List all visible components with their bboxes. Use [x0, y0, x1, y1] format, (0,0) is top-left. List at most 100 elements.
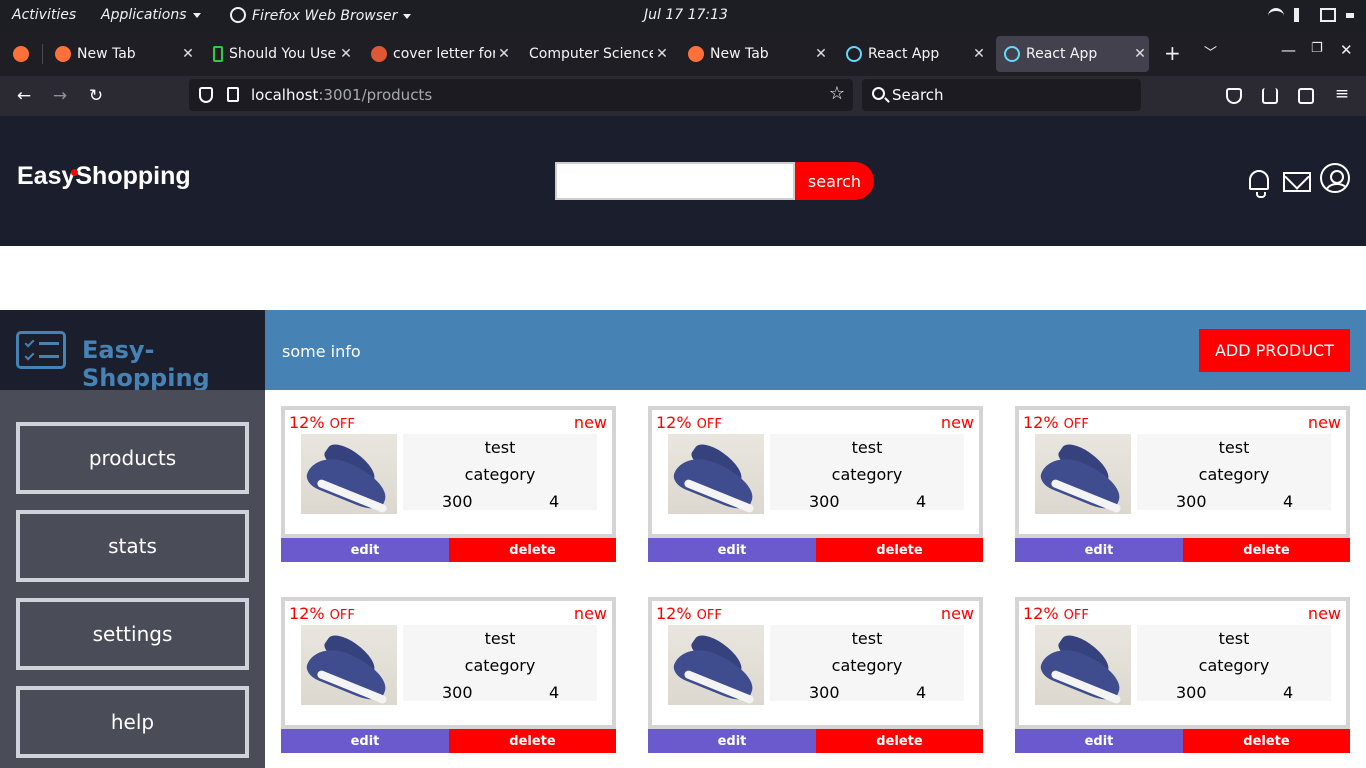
shield-icon[interactable] — [199, 87, 213, 103]
close-icon[interactable]: ✕ — [653, 46, 671, 62]
firefox-view-button[interactable] — [0, 36, 42, 72]
tab-react-app-1[interactable]: React App ✕ — [838, 36, 988, 72]
browser-search-field[interactable]: Search — [862, 79, 1141, 111]
discount-label: 12% OFF — [289, 604, 355, 623]
delete-button[interactable]: delete — [1183, 538, 1350, 562]
reload-icon[interactable]: ↻ — [85, 86, 107, 106]
tab-should-you-use[interactable]: Should You Use ✕ — [205, 36, 355, 72]
edit-button[interactable]: edit — [281, 538, 449, 562]
sidebar-item-products[interactable]: products — [16, 422, 249, 494]
product-info: test category 300 4 — [770, 434, 964, 511]
firefox-app-menu[interactable]: Firefox Web Browser — [230, 7, 412, 24]
tab-title: New Tab — [710, 46, 769, 62]
page-info-icon[interactable] — [227, 87, 239, 102]
extensions-icon[interactable] — [1298, 88, 1314, 104]
info-bar: some info ADD PRODUCT — [265, 310, 1366, 390]
edit-button[interactable]: edit — [648, 538, 816, 562]
pocket-icon[interactable] — [1226, 88, 1242, 104]
sidebar-brand-name: Easy-Shopping — [82, 336, 210, 392]
bookmark-star-icon[interactable]: ☆ — [829, 83, 845, 104]
tab-cover-letter[interactable]: cover letter for ✕ — [363, 36, 513, 72]
window-close-icon[interactable]: ✕ — [1340, 41, 1353, 59]
hamburger-menu-icon[interactable]: ≡ — [1331, 84, 1353, 104]
close-icon[interactable]: ✕ — [495, 46, 513, 62]
product-search-input[interactable] — [555, 162, 795, 200]
list-tabs-icon[interactable]: ﹀ — [1204, 42, 1217, 61]
edit-button[interactable]: edit — [281, 729, 449, 753]
firefox-icon — [230, 7, 246, 23]
product-name: test — [1218, 629, 1250, 648]
product-card-body: 12% OFF new test category 300 4 — [1015, 597, 1350, 729]
applications-menu[interactable]: Applications — [101, 7, 201, 23]
product-card-body: 12% OFF new test category 300 4 — [1015, 406, 1350, 538]
close-icon[interactable]: ✕ — [1131, 46, 1149, 62]
product-category: category — [831, 656, 903, 675]
system-tray[interactable] — [1268, 8, 1354, 22]
minimize-icon[interactable]: — — [1281, 41, 1296, 59]
product-card: 12% OFF new test category 300 4 edit delete — [1015, 406, 1350, 562]
edit-button[interactable]: edit — [1015, 729, 1183, 753]
user-account-icon[interactable] — [1320, 163, 1350, 193]
url-bar[interactable]: localhost:3001/products ☆ — [189, 79, 853, 111]
edit-button[interactable]: edit — [1015, 538, 1183, 562]
close-icon[interactable]: ✕ — [812, 46, 830, 62]
discount-value: 12% — [656, 413, 692, 432]
url-path: :3001/products — [318, 86, 433, 104]
bell-icon[interactable] — [1249, 170, 1269, 198]
delete-button[interactable]: delete — [449, 538, 616, 562]
mail-icon[interactable] — [1283, 172, 1311, 192]
add-product-button[interactable]: ADD PRODUCT — [1199, 329, 1350, 372]
close-icon[interactable]: ✕ — [179, 46, 197, 62]
search-button[interactable]: search — [795, 162, 874, 200]
tab-new-tab-1[interactable]: New Tab ✕ — [47, 36, 197, 72]
battery-icon — [1320, 8, 1336, 22]
activities-button[interactable]: Activities — [12, 7, 76, 23]
tab-computer-science[interactable]: Computer Science ✕ — [521, 36, 671, 72]
sidebar-item-settings[interactable]: settings — [16, 598, 249, 670]
new-badge: new — [940, 604, 974, 623]
clock[interactable]: Jul 17 17:13 — [644, 7, 728, 23]
tab-title: Should You Use — [229, 46, 337, 62]
product-card: 12% OFF new test category 300 4 edit delete — [281, 597, 616, 753]
product-quantity: 4 — [916, 492, 927, 511]
discount-label: 12% OFF — [656, 604, 722, 623]
close-icon[interactable]: ✕ — [337, 46, 355, 62]
downloads-icon[interactable] — [1262, 88, 1278, 104]
discount-suffix: OFF — [329, 417, 355, 432]
new-badge: new — [573, 413, 607, 432]
sidebar-brand: Easy-Shopping — [0, 310, 265, 392]
volume-icon — [1294, 8, 1310, 22]
close-icon[interactable]: ✕ — [970, 46, 988, 62]
firefox-icon — [55, 46, 71, 62]
discount-value: 12% — [289, 413, 325, 432]
product-category: category — [1198, 465, 1270, 484]
tab-new-tab-2[interactable]: New Tab ✕ — [680, 36, 830, 72]
delete-button[interactable]: delete — [1183, 729, 1350, 753]
wifi-icon — [1268, 8, 1284, 22]
product-card: 12% OFF new test category 300 4 edit delete — [1015, 597, 1350, 753]
delete-button[interactable]: delete — [816, 729, 983, 753]
product-card: 12% OFF new test category 300 4 edit delete — [648, 406, 983, 562]
back-icon[interactable]: ← — [13, 86, 35, 106]
product-name: test — [851, 629, 883, 648]
discount-suffix: OFF — [1063, 417, 1089, 432]
delete-button[interactable]: delete — [449, 729, 616, 753]
sidebar-item-help[interactable]: help — [16, 686, 249, 758]
product-price: 300 — [442, 492, 473, 511]
discount-value: 12% — [1023, 604, 1059, 623]
react-icon — [846, 46, 862, 62]
tab-react-app-2[interactable]: React App ✕ — [996, 36, 1149, 72]
delete-button[interactable]: delete — [816, 538, 983, 562]
sidebar-item-stats[interactable]: stats — [16, 510, 249, 582]
product-card: 12% OFF new test category 300 4 edit delete — [281, 406, 616, 562]
edit-button[interactable]: edit — [648, 729, 816, 753]
navigation-bar: ← → ↻ localhost:3001/products ☆ Search ≡ — [0, 76, 1366, 116]
new-tab-button[interactable]: + — [1164, 41, 1181, 65]
firefox-icon — [688, 46, 704, 62]
product-card: 12% OFF new test category 300 4 edit delete — [648, 597, 983, 753]
forward-icon[interactable]: → — [49, 86, 71, 106]
url-text[interactable]: localhost:3001/products — [251, 86, 432, 104]
check-mark — [24, 350, 35, 361]
maximize-icon[interactable]: ❐ — [1311, 41, 1323, 56]
app-logo[interactable]: EasyShopping — [17, 162, 191, 191]
